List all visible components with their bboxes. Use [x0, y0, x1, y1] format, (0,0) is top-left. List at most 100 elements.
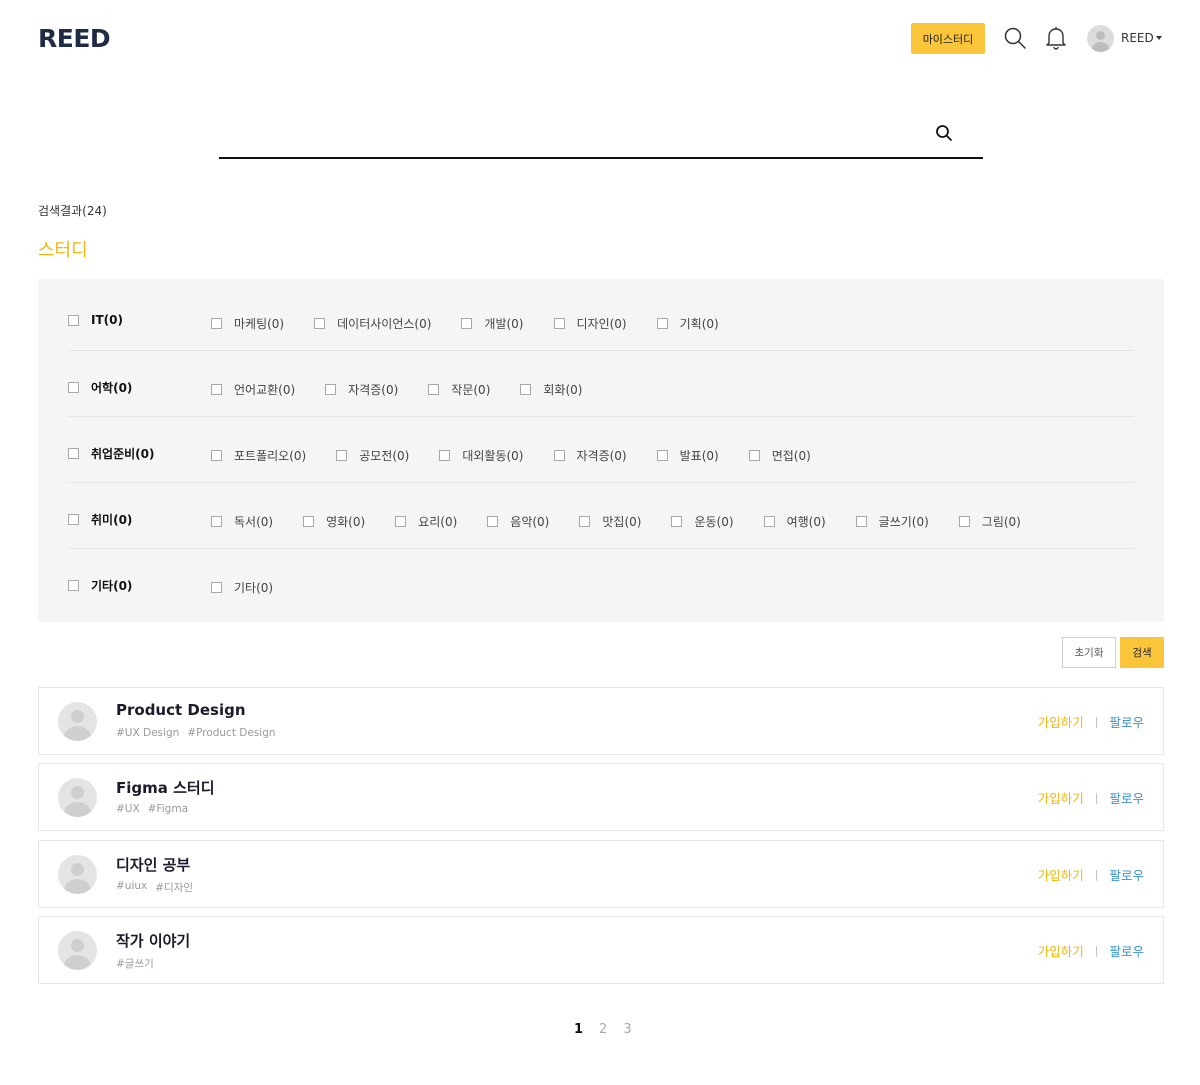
subcategory-checkbox[interactable]: 개발(0)	[461, 315, 524, 332]
bell-icon[interactable]	[1045, 26, 1067, 50]
checkbox[interactable]	[656, 450, 668, 461]
subcategory-label: 기획(0)	[679, 317, 719, 331]
checkbox[interactable]	[211, 582, 222, 593]
subcategory-checkbox[interactable]: 기획(0)	[656, 315, 719, 332]
search-icon[interactable]	[1003, 26, 1027, 50]
subcategory-checkbox[interactable]: 면접(0)	[748, 447, 811, 464]
subcategory-label: 운동(0)	[694, 515, 734, 529]
join-button[interactable]: 가입하기	[1038, 788, 1084, 807]
checkbox[interactable]	[958, 516, 970, 527]
logo[interactable]: REED	[38, 24, 111, 53]
tag[interactable]: #UX Design	[116, 727, 179, 739]
study-title[interactable]: 디자인 공부	[116, 854, 190, 875]
tag[interactable]: #글쓰기	[116, 956, 154, 971]
subcategory-checkbox[interactable]: 공모전(0)	[336, 447, 409, 464]
checkbox[interactable]	[68, 314, 79, 326]
reset-button[interactable]: 초기화	[1062, 637, 1116, 668]
subcategory-checkbox[interactable]: 자격증(0)	[553, 447, 627, 464]
my-study-button[interactable]: 마이스터디	[911, 23, 985, 54]
tag[interactable]: #UX	[116, 803, 140, 815]
tag[interactable]: #Product Design	[187, 727, 275, 739]
page-3[interactable]: 3	[623, 1022, 631, 1037]
join-button[interactable]: 가입하기	[1038, 941, 1084, 960]
checkbox[interactable]	[395, 516, 407, 527]
subcategory-checkbox[interactable]: 자격증(0)	[325, 381, 398, 398]
search-icon[interactable]	[935, 124, 953, 142]
search-button[interactable]: 검색	[1120, 637, 1164, 668]
subcategory-checkbox[interactable]: 작문(0)	[428, 381, 490, 398]
checkbox[interactable]	[211, 384, 222, 395]
checkbox[interactable]	[439, 450, 451, 461]
subcategory-checkbox[interactable]: 포트폴리오(0)	[211, 447, 306, 464]
caret-down-icon	[1155, 36, 1162, 40]
subcategory-checkbox[interactable]: 발표(0)	[656, 447, 719, 464]
user-menu[interactable]: REED	[1087, 24, 1162, 52]
checkbox[interactable]	[748, 450, 760, 461]
checkbox[interactable]	[763, 516, 775, 527]
subcategory-checkbox[interactable]: 운동(0)	[671, 513, 734, 530]
checkbox[interactable]	[671, 516, 683, 527]
checkbox[interactable]	[553, 318, 565, 329]
checkbox[interactable]	[520, 384, 532, 395]
category-checkbox-hobby[interactable]: 취미(0)	[68, 511, 132, 528]
follow-button[interactable]: 팔로우	[1109, 712, 1144, 731]
checkbox[interactable]	[314, 318, 326, 329]
checkbox[interactable]	[325, 384, 337, 395]
category-checkbox-language[interactable]: 어학(0)	[68, 379, 132, 396]
page-2[interactable]: 2	[599, 1022, 607, 1037]
study-card[interactable]: Figma 스터디 #UX #Figma 가입하기 | 팔로우	[38, 763, 1164, 831]
join-button[interactable]: 가입하기	[1038, 865, 1084, 884]
follow-button[interactable]: 팔로우	[1109, 941, 1144, 960]
checkbox[interactable]	[428, 384, 440, 395]
checkbox[interactable]	[336, 450, 348, 461]
subcategory-label: 디자인(0)	[576, 317, 627, 331]
tag[interactable]: #uiux	[116, 880, 147, 895]
search-input[interactable]	[219, 111, 919, 155]
checkbox[interactable]	[461, 318, 473, 329]
subcategory-checkbox[interactable]: 독서(0)	[211, 513, 273, 530]
study-title[interactable]: Figma 스터디	[116, 777, 215, 798]
subcategory-checkbox[interactable]: 회화(0)	[520, 381, 582, 398]
checkbox[interactable]	[68, 382, 79, 393]
checkbox[interactable]	[579, 516, 591, 527]
checkbox[interactable]	[211, 318, 222, 329]
follow-button[interactable]: 팔로우	[1109, 865, 1144, 884]
study-card[interactable]: Product Design #UX Design #Product Desig…	[38, 687, 1164, 755]
checkbox[interactable]	[303, 516, 315, 527]
checkbox[interactable]	[68, 580, 79, 591]
follow-button[interactable]: 팔로우	[1109, 788, 1144, 807]
subcategory-checkbox[interactable]: 그림(0)	[958, 513, 1021, 530]
study-title[interactable]: Product Design	[116, 701, 246, 719]
subcategory-checkbox[interactable]: 디자인(0)	[553, 315, 627, 332]
subcategory-checkbox[interactable]: 언어교환(0)	[211, 381, 295, 398]
tag[interactable]: #디자인	[155, 880, 193, 895]
category-checkbox-it[interactable]: IT(0)	[68, 313, 123, 327]
checkbox[interactable]	[68, 514, 79, 525]
subcategory-checkbox[interactable]: 기타(0)	[211, 579, 273, 596]
subcategory-checkbox[interactable]: 맛집(0)	[579, 513, 641, 530]
category-checkbox-job[interactable]: 취업준비(0)	[68, 445, 154, 462]
study-title[interactable]: 작가 이야기	[116, 930, 190, 951]
study-card[interactable]: 디자인 공부 #uiux #디자인 가입하기 | 팔로우	[38, 840, 1164, 908]
checkbox[interactable]	[855, 516, 867, 527]
study-card[interactable]: 작가 이야기 #글쓰기 가입하기 | 팔로우	[38, 916, 1164, 984]
subcategory-checkbox[interactable]: 마케팅(0)	[211, 315, 284, 332]
checkbox[interactable]	[487, 516, 499, 527]
tag[interactable]: #Figma	[148, 803, 188, 815]
subcategory-checkbox[interactable]: 데이터사이언스(0)	[314, 315, 431, 332]
subcategory-checkbox[interactable]: 영화(0)	[303, 513, 365, 530]
page-1[interactable]: 1	[574, 1022, 583, 1037]
subcategory-checkbox[interactable]: 요리(0)	[395, 513, 457, 530]
category-checkbox-etc[interactable]: 기타(0)	[68, 577, 132, 594]
checkbox[interactable]	[656, 318, 668, 329]
checkbox[interactable]	[553, 450, 565, 461]
checkbox[interactable]	[211, 516, 222, 527]
join-button[interactable]: 가입하기	[1038, 712, 1084, 731]
section-title: 스터디	[38, 240, 88, 261]
checkbox[interactable]	[68, 448, 79, 459]
checkbox[interactable]	[211, 450, 222, 461]
subcategory-checkbox[interactable]: 여행(0)	[763, 513, 826, 530]
subcategory-checkbox[interactable]: 글쓰기(0)	[855, 513, 929, 530]
subcategory-checkbox[interactable]: 대외활동(0)	[439, 447, 524, 464]
subcategory-checkbox[interactable]: 음악(0)	[487, 513, 549, 530]
